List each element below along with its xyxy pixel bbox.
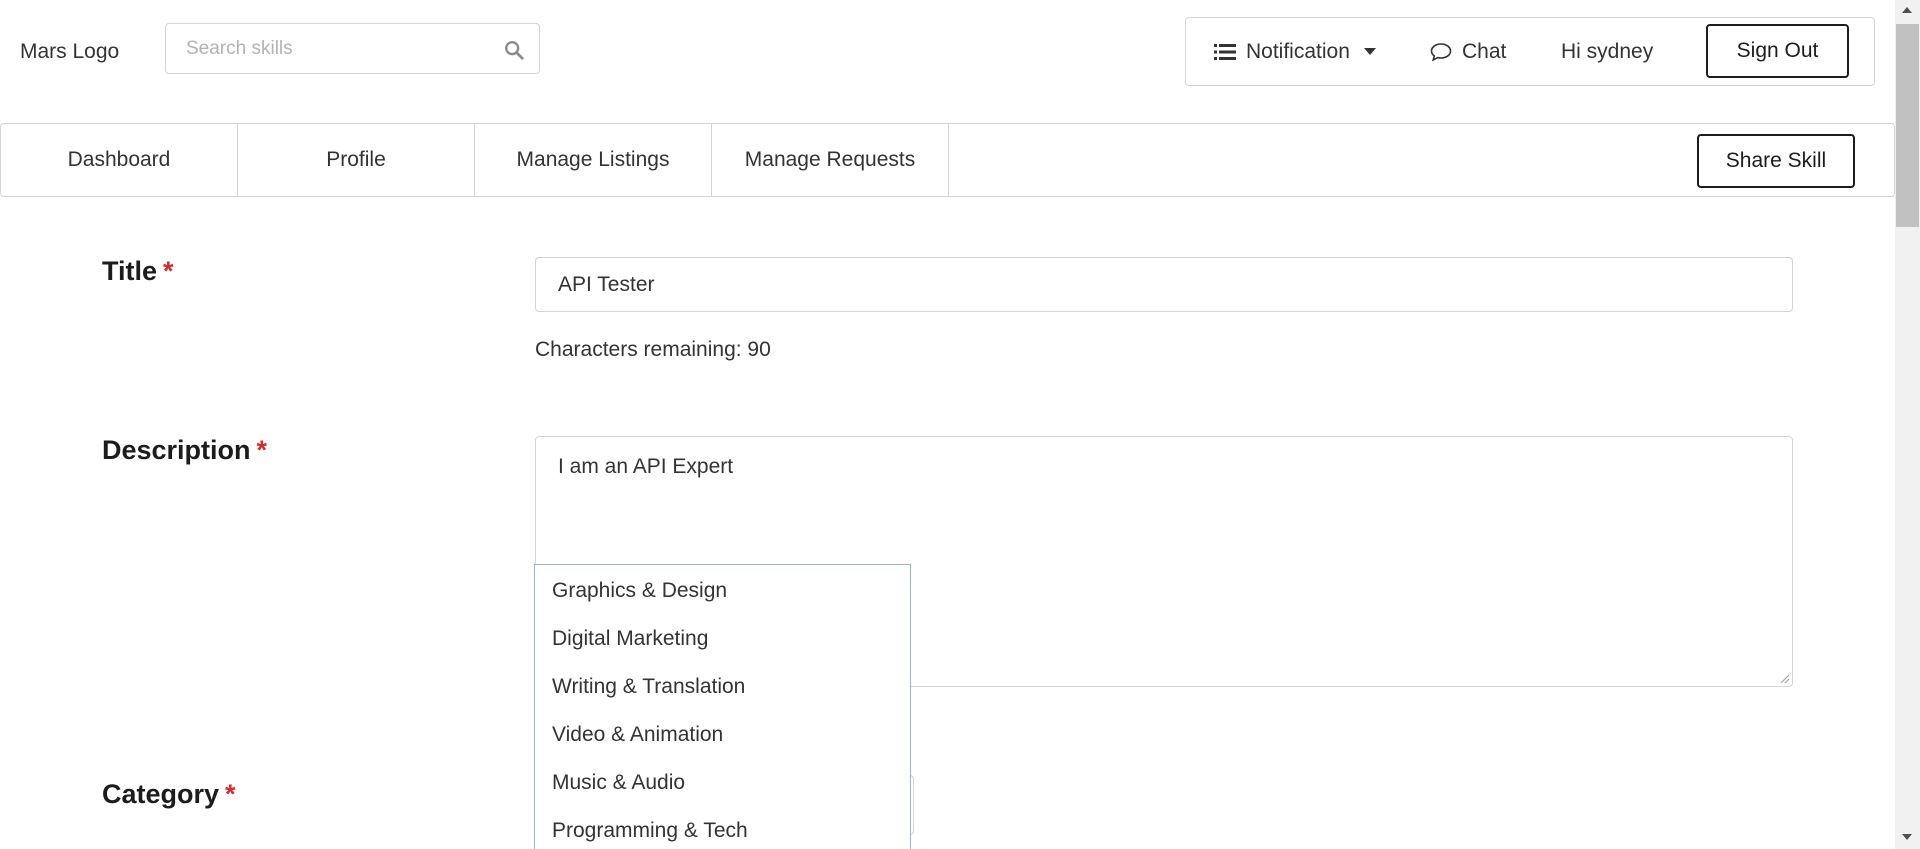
dropdown-option[interactable]: Programming & Tech xyxy=(552,819,748,843)
category-dropdown-list[interactable]: Graphics & Design Digital Marketing Writ… xyxy=(534,564,911,849)
scroll-down-arrow-icon[interactable] xyxy=(1901,833,1913,841)
title-label: Title * xyxy=(102,256,174,287)
share-skill-button[interactable]: Share Skill xyxy=(1697,134,1855,188)
sign-out-button[interactable]: Sign Out xyxy=(1706,24,1849,78)
caret-down-icon xyxy=(1363,47,1376,55)
tab-manage-listings[interactable]: Manage Listings xyxy=(475,124,712,196)
dropdown-option[interactable]: Music & Audio xyxy=(552,771,685,795)
category-label-text: Category xyxy=(102,779,220,809)
required-mark: * xyxy=(256,435,268,465)
search-icon[interactable] xyxy=(503,39,525,61)
site-logo[interactable]: Mars Logo xyxy=(20,40,119,64)
list-icon xyxy=(1214,43,1236,60)
notification-dropdown[interactable]: Notification xyxy=(1214,18,1376,85)
scrollbar-thumb[interactable] xyxy=(1896,24,1919,227)
search-input[interactable] xyxy=(166,24,486,73)
chat-label: Chat xyxy=(1462,39,1507,63)
title-input[interactable] xyxy=(535,257,1793,312)
category-label: Category * xyxy=(102,779,236,810)
required-mark: * xyxy=(163,256,174,286)
scroll-up-arrow-icon[interactable] xyxy=(1901,6,1913,14)
tab-manage-requests[interactable]: Manage Requests xyxy=(712,124,949,196)
user-greeting[interactable]: Hi sydney xyxy=(1561,18,1653,85)
dropdown-option[interactable]: Video & Animation xyxy=(552,723,723,747)
page-scrollbar[interactable] xyxy=(1895,0,1920,849)
tab-dashboard[interactable]: Dashboard xyxy=(1,124,238,196)
search-box[interactable] xyxy=(165,23,540,74)
dropdown-option[interactable]: Writing & Translation xyxy=(552,675,745,699)
dropdown-option[interactable]: Graphics & Design xyxy=(552,579,727,603)
required-mark: * xyxy=(225,779,236,809)
characters-remaining: Characters remaining: 90 xyxy=(535,338,771,361)
title-label-text: Title xyxy=(102,256,158,286)
notification-label: Notification xyxy=(1246,39,1350,63)
description-label-text: Description xyxy=(102,435,251,465)
chat-bubble-icon xyxy=(1430,42,1452,62)
description-label: Description * xyxy=(102,435,267,466)
top-menu: Notification Chat Hi sydney Sign Out xyxy=(1185,17,1875,86)
tab-profile[interactable]: Profile xyxy=(238,124,475,196)
dropdown-option[interactable]: Digital Marketing xyxy=(552,627,708,651)
resize-handle-icon[interactable] xyxy=(1780,674,1790,684)
main-nav: Dashboard Profile Manage Listings Manage… xyxy=(0,123,1895,197)
chat-link[interactable]: Chat xyxy=(1430,18,1506,85)
